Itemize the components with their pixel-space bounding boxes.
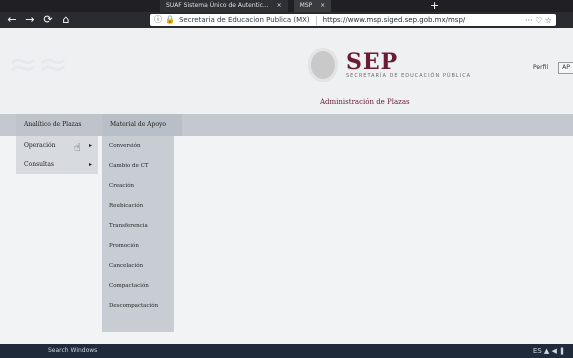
sep-wordmark: SEP SECRETARÍA DE EDUCACIÓN PÚBLICA [346, 51, 471, 79]
menu-item-label: Consultas [24, 161, 54, 168]
tab-close-icon[interactable]: × [277, 2, 282, 9]
page-title: Administración de Plazas [320, 98, 410, 106]
chevron-right-icon: ▸ [88, 161, 92, 168]
taskbar-search[interactable]: Search Windows [48, 347, 97, 354]
sep-logo: SEP SECRETARÍA DE EDUCACIÓN PÚBLICA [308, 48, 471, 82]
mouse-pointer-icon: ☝ [74, 141, 81, 154]
lock-icon: 🔒 [165, 15, 175, 24]
menu-analitico-de-plazas[interactable]: Analítico de Plazas [16, 114, 110, 136]
taskbar-tray[interactable]: ES ▲ ◀ ❚ [533, 347, 565, 355]
dropdown-item-promocion[interactable]: Promoción [102, 236, 174, 256]
info-icon[interactable]: ⓘ [154, 16, 162, 24]
dropdown-item-cancelacion[interactable]: Cancelación [102, 256, 174, 276]
chevron-right-icon: ▸ [88, 142, 92, 149]
coat-of-arms-icon [308, 48, 338, 82]
menu-item-consultas[interactable]: Consultas ▸ [16, 155, 98, 174]
url-separator [315, 15, 317, 25]
dropdown-item-conversion[interactable]: Conversión [102, 136, 174, 156]
menu-item-label: Operación [24, 142, 56, 149]
back-icon[interactable]: ← [6, 14, 18, 26]
logo-text: SEP [346, 49, 399, 75]
dropdown-item-cambio-de-ct[interactable]: Cambio de CT [102, 156, 174, 176]
dropdown-item-compactacion[interactable]: Compactación [102, 276, 174, 296]
tab-label: MSP [299, 2, 313, 9]
tab-close-icon[interactable]: × [320, 2, 325, 9]
url-actions[interactable]: ··· ♡ ☆ [525, 16, 552, 25]
profile-label: Perfil [533, 64, 549, 71]
menu-material-de-apoyo[interactable]: Material de Apoyo [102, 114, 182, 136]
navbar: ← → ⟳ ⌂ ⓘ 🔒 Secretaria de Educacion Publ… [0, 12, 573, 28]
forward-icon[interactable]: → [24, 14, 36, 26]
dropdown-item-transferencia[interactable]: Transferencia [102, 216, 174, 236]
logo-subtitle: SECRETARÍA DE EDUCACIÓN PÚBLICA [346, 73, 472, 79]
site-header: ≈≈ SEP SECRETARÍA DE EDUCACIÓN PÚBLICA A… [0, 28, 573, 114]
taskbar: Search Windows ES ▲ ◀ ❚ [0, 344, 573, 358]
tab-bar: SUAF Sistema Único de Autentic... × MSP … [160, 0, 332, 12]
url-path: https://www.msp.siged.sep.gob.mx/msp/ [322, 16, 466, 24]
new-tab-button[interactable]: + [430, 0, 439, 11]
tab-msp[interactable]: MSP × [293, 0, 332, 12]
menu-item-operacion[interactable]: Operación ▸ [16, 136, 98, 155]
tab-suaf[interactable]: SUAF Sistema Único de Autentic... × [160, 0, 288, 12]
left-menu: Operación ▸ Consultas ▸ [16, 136, 98, 174]
browser-chrome: SUAF Sistema Único de Autentic... × MSP … [0, 0, 573, 28]
reload-icon[interactable]: ⟳ [42, 14, 54, 26]
page: ≈≈ SEP SECRETARÍA DE EDUCACIÓN PÚBLICA A… [0, 28, 573, 358]
dropdown-item-reubicacion[interactable]: Reubicación [102, 196, 174, 216]
url-site: Secretaria de Educacion Publica (MX) [178, 16, 310, 24]
url-bar[interactable]: ⓘ 🔒 Secretaria de Educacion Publica (MX)… [150, 14, 556, 26]
dropdown-menu: Conversión Cambio de CT Creación Reubica… [102, 136, 174, 332]
menu-bar: Analítico de Plazas Material de Apoyo [0, 114, 573, 136]
home-icon[interactable]: ⌂ [60, 14, 72, 26]
profile-button[interactable]: AP [558, 62, 573, 74]
watermark-graphic: ≈≈ [8, 44, 69, 85]
dropdown-item-descompactacion[interactable]: Descompactación [102, 296, 174, 316]
dropdown-item-creacion[interactable]: Creación [102, 176, 174, 196]
tab-label: SUAF Sistema Único de Autentic... [166, 2, 269, 9]
